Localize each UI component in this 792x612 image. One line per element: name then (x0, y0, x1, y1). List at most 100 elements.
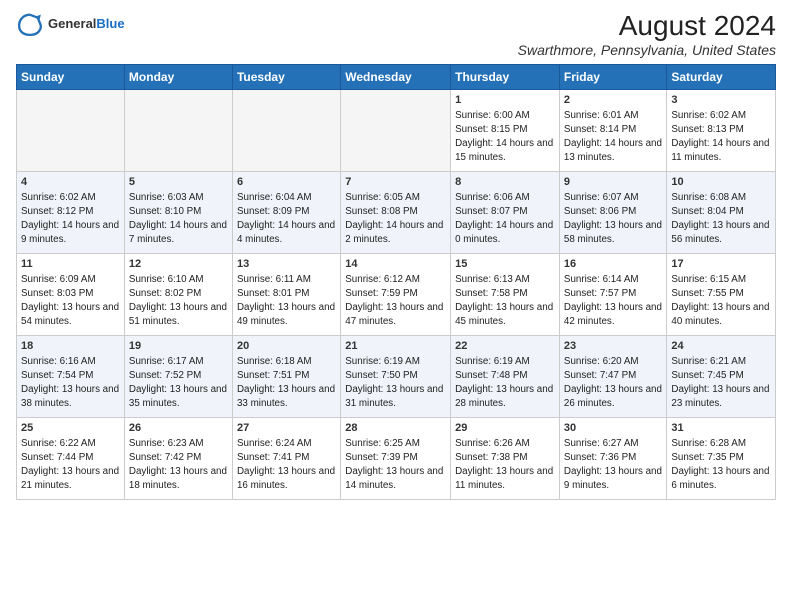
day-info: Sunrise: 6:06 AM Sunset: 8:07 PM Dayligh… (455, 191, 555, 246)
day-number: 14 (345, 257, 446, 272)
day-info: Sunrise: 6:03 AM Sunset: 8:10 PM Dayligh… (129, 191, 228, 246)
day-number: 18 (21, 339, 120, 354)
day-info: Sunrise: 6:16 AM Sunset: 7:54 PM Dayligh… (21, 355, 120, 410)
day-number: 1 (455, 93, 555, 108)
calendar-cell: 11Sunrise: 6:09 AM Sunset: 8:03 PM Dayli… (17, 254, 125, 336)
day-number: 4 (21, 175, 120, 190)
day-number: 24 (671, 339, 771, 354)
day-number: 31 (671, 421, 771, 436)
day-number: 10 (671, 175, 771, 190)
calendar-cell: 12Sunrise: 6:10 AM Sunset: 8:02 PM Dayli… (124, 254, 232, 336)
day-number: 16 (564, 257, 662, 272)
day-info: Sunrise: 6:28 AM Sunset: 7:35 PM Dayligh… (671, 437, 771, 492)
day-number: 8 (455, 175, 555, 190)
day-number: 12 (129, 257, 228, 272)
col-sunday: Sunday (17, 65, 125, 90)
day-info: Sunrise: 6:02 AM Sunset: 8:12 PM Dayligh… (21, 191, 120, 246)
day-info: Sunrise: 6:10 AM Sunset: 8:02 PM Dayligh… (129, 273, 228, 328)
day-info: Sunrise: 6:19 AM Sunset: 7:50 PM Dayligh… (345, 355, 446, 410)
calendar-cell: 17Sunrise: 6:15 AM Sunset: 7:55 PM Dayli… (667, 254, 776, 336)
logo-icon (16, 10, 44, 38)
logo-blue: Blue (96, 16, 124, 31)
calendar-cell: 15Sunrise: 6:13 AM Sunset: 7:58 PM Dayli… (451, 254, 560, 336)
calendar-cell: 9Sunrise: 6:07 AM Sunset: 8:06 PM Daylig… (559, 172, 666, 254)
title-block: August 2024 Swarthmore, Pennsylvania, Un… (518, 10, 776, 58)
location: Swarthmore, Pennsylvania, United States (518, 42, 776, 58)
calendar-cell: 21Sunrise: 6:19 AM Sunset: 7:50 PM Dayli… (341, 336, 451, 418)
month-year: August 2024 (518, 10, 776, 42)
calendar-cell: 7Sunrise: 6:05 AM Sunset: 8:08 PM Daylig… (341, 172, 451, 254)
calendar-cell: 31Sunrise: 6:28 AM Sunset: 7:35 PM Dayli… (667, 418, 776, 500)
calendar-cell: 4Sunrise: 6:02 AM Sunset: 8:12 PM Daylig… (17, 172, 125, 254)
day-number: 29 (455, 421, 555, 436)
day-info: Sunrise: 6:08 AM Sunset: 8:04 PM Dayligh… (671, 191, 771, 246)
calendar-cell: 10Sunrise: 6:08 AM Sunset: 8:04 PM Dayli… (667, 172, 776, 254)
calendar-cell: 29Sunrise: 6:26 AM Sunset: 7:38 PM Dayli… (451, 418, 560, 500)
day-info: Sunrise: 6:11 AM Sunset: 8:01 PM Dayligh… (237, 273, 336, 328)
col-saturday: Saturday (667, 65, 776, 90)
day-info: Sunrise: 6:02 AM Sunset: 8:13 PM Dayligh… (671, 109, 771, 164)
day-number: 7 (345, 175, 446, 190)
calendar-cell: 6Sunrise: 6:04 AM Sunset: 8:09 PM Daylig… (232, 172, 340, 254)
calendar-cell (17, 90, 125, 172)
day-number: 23 (564, 339, 662, 354)
day-info: Sunrise: 6:12 AM Sunset: 7:59 PM Dayligh… (345, 273, 446, 328)
calendar-cell: 5Sunrise: 6:03 AM Sunset: 8:10 PM Daylig… (124, 172, 232, 254)
day-number: 11 (21, 257, 120, 272)
day-number: 20 (237, 339, 336, 354)
day-info: Sunrise: 6:20 AM Sunset: 7:47 PM Dayligh… (564, 355, 662, 410)
calendar-cell: 3Sunrise: 6:02 AM Sunset: 8:13 PM Daylig… (667, 90, 776, 172)
day-number: 22 (455, 339, 555, 354)
calendar-cell: 14Sunrise: 6:12 AM Sunset: 7:59 PM Dayli… (341, 254, 451, 336)
day-info: Sunrise: 6:26 AM Sunset: 7:38 PM Dayligh… (455, 437, 555, 492)
day-number: 9 (564, 175, 662, 190)
calendar-week-4: 18Sunrise: 6:16 AM Sunset: 7:54 PM Dayli… (17, 336, 776, 418)
day-info: Sunrise: 6:04 AM Sunset: 8:09 PM Dayligh… (237, 191, 336, 246)
day-info: Sunrise: 6:17 AM Sunset: 7:52 PM Dayligh… (129, 355, 228, 410)
day-info: Sunrise: 6:07 AM Sunset: 8:06 PM Dayligh… (564, 191, 662, 246)
calendar-cell: 23Sunrise: 6:20 AM Sunset: 7:47 PM Dayli… (559, 336, 666, 418)
calendar-cell: 19Sunrise: 6:17 AM Sunset: 7:52 PM Dayli… (124, 336, 232, 418)
col-thursday: Thursday (451, 65, 560, 90)
day-info: Sunrise: 6:15 AM Sunset: 7:55 PM Dayligh… (671, 273, 771, 328)
calendar-cell: 30Sunrise: 6:27 AM Sunset: 7:36 PM Dayli… (559, 418, 666, 500)
calendar-cell: 22Sunrise: 6:19 AM Sunset: 7:48 PM Dayli… (451, 336, 560, 418)
day-info: Sunrise: 6:05 AM Sunset: 8:08 PM Dayligh… (345, 191, 446, 246)
day-info: Sunrise: 6:25 AM Sunset: 7:39 PM Dayligh… (345, 437, 446, 492)
col-tuesday: Tuesday (232, 65, 340, 90)
day-info: Sunrise: 6:18 AM Sunset: 7:51 PM Dayligh… (237, 355, 336, 410)
page: GeneralBlue August 2024 Swarthmore, Penn… (0, 0, 792, 506)
calendar-cell: 18Sunrise: 6:16 AM Sunset: 7:54 PM Dayli… (17, 336, 125, 418)
day-info: Sunrise: 6:09 AM Sunset: 8:03 PM Dayligh… (21, 273, 120, 328)
calendar-cell: 2Sunrise: 6:01 AM Sunset: 8:14 PM Daylig… (559, 90, 666, 172)
logo-general: General (48, 16, 96, 31)
day-number: 17 (671, 257, 771, 272)
day-number: 21 (345, 339, 446, 354)
day-info: Sunrise: 6:01 AM Sunset: 8:14 PM Dayligh… (564, 109, 662, 164)
day-number: 28 (345, 421, 446, 436)
calendar-cell: 8Sunrise: 6:06 AM Sunset: 8:07 PM Daylig… (451, 172, 560, 254)
calendar-cell: 20Sunrise: 6:18 AM Sunset: 7:51 PM Dayli… (232, 336, 340, 418)
calendar-cell: 26Sunrise: 6:23 AM Sunset: 7:42 PM Dayli… (124, 418, 232, 500)
calendar-cell: 24Sunrise: 6:21 AM Sunset: 7:45 PM Dayli… (667, 336, 776, 418)
calendar-week-5: 25Sunrise: 6:22 AM Sunset: 7:44 PM Dayli… (17, 418, 776, 500)
day-number: 3 (671, 93, 771, 108)
day-number: 30 (564, 421, 662, 436)
day-info: Sunrise: 6:19 AM Sunset: 7:48 PM Dayligh… (455, 355, 555, 410)
calendar-cell (341, 90, 451, 172)
calendar-week-3: 11Sunrise: 6:09 AM Sunset: 8:03 PM Dayli… (17, 254, 776, 336)
day-info: Sunrise: 6:24 AM Sunset: 7:41 PM Dayligh… (237, 437, 336, 492)
calendar-week-1: 1Sunrise: 6:00 AM Sunset: 8:15 PM Daylig… (17, 90, 776, 172)
calendar-cell (232, 90, 340, 172)
calendar-cell: 16Sunrise: 6:14 AM Sunset: 7:57 PM Dayli… (559, 254, 666, 336)
calendar-cell: 13Sunrise: 6:11 AM Sunset: 8:01 PM Dayli… (232, 254, 340, 336)
calendar-cell (124, 90, 232, 172)
day-info: Sunrise: 6:23 AM Sunset: 7:42 PM Dayligh… (129, 437, 228, 492)
day-number: 26 (129, 421, 228, 436)
header: GeneralBlue August 2024 Swarthmore, Penn… (16, 10, 776, 58)
day-number: 6 (237, 175, 336, 190)
day-info: Sunrise: 6:00 AM Sunset: 8:15 PM Dayligh… (455, 109, 555, 164)
day-info: Sunrise: 6:22 AM Sunset: 7:44 PM Dayligh… (21, 437, 120, 492)
logo-text: GeneralBlue (48, 16, 125, 32)
calendar: Sunday Monday Tuesday Wednesday Thursday… (16, 64, 776, 500)
